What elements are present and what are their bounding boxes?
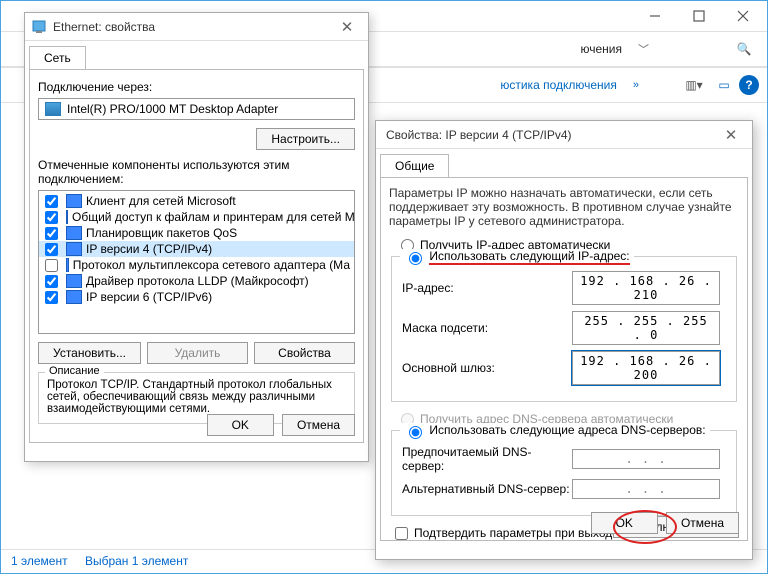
radio-manual-ip[interactable]: Использовать следующий IP-адрес:	[400, 249, 634, 265]
dns2-label: Альтернативный DNS-сервер:	[402, 482, 572, 496]
close-icon[interactable]: ✕	[716, 126, 746, 144]
help-icon[interactable]: ?	[739, 75, 759, 95]
component-row[interactable]: Драйвер протокола LLDP (Майкрософт)	[39, 273, 354, 289]
component-checkbox[interactable]	[45, 291, 58, 304]
radio-input[interactable]	[409, 252, 422, 265]
component-label: Драйвер протокола LLDP (Майкрософт)	[86, 274, 309, 288]
component-label: IP версии 4 (TCP/IPv4)	[86, 242, 212, 256]
info-text: Параметры IP можно назначать автоматичес…	[389, 186, 739, 228]
gateway-input[interactable]: 192 . 168 . 26 . 200	[572, 351, 720, 385]
component-icon	[66, 226, 82, 240]
ipv4-properties-dialog: Свойства: IP версии 4 (TCP/IPv4) ✕ Общие…	[375, 120, 753, 560]
cancel-button[interactable]: Отмена	[666, 512, 739, 534]
component-row[interactable]: IP версии 4 (TCP/IPv4)	[39, 241, 354, 257]
radio-manual-dns[interactable]: Использовать следующие адреса DNS-сервер…	[400, 423, 710, 439]
adapter-combo[interactable]: Intel(R) PRO/1000 MT Desktop Adapter	[38, 98, 355, 120]
ip-input[interactable]: 192 . 168 . 26 . 210	[572, 271, 720, 305]
component-row[interactable]: IP версии 6 (TCP/IPv6)	[39, 289, 354, 305]
tab-network[interactable]: Сеть	[29, 46, 86, 70]
component-icon	[66, 210, 68, 224]
status-selection: Выбран 1 элемент	[85, 554, 188, 568]
component-label: Клиент для сетей Microsoft	[86, 194, 236, 208]
component-checkbox[interactable]	[45, 227, 58, 240]
tab-body: Подключение через: Intel(R) PRO/1000 MT …	[29, 69, 364, 443]
component-checkbox[interactable]	[45, 243, 58, 256]
component-icon	[66, 258, 69, 272]
component-checkbox[interactable]	[45, 195, 58, 208]
component-icon	[66, 290, 82, 304]
dialog-titlebar: Свойства: IP версии 4 (TCP/IPv4) ✕	[376, 121, 752, 149]
components-label: Отмеченные компоненты используются этим …	[38, 158, 355, 186]
dns2-input[interactable]: . . .	[572, 479, 720, 499]
confirm-checkbox[interactable]	[395, 527, 408, 540]
maximize-button[interactable]	[677, 2, 721, 30]
mask-label: Маска подсети:	[402, 321, 572, 335]
description-text: Протокол TCP/IP. Стандартный протокол гл…	[47, 379, 346, 415]
ok-button[interactable]: OK	[207, 414, 274, 436]
radio-input[interactable]	[409, 426, 422, 439]
remove-button: Удалить	[147, 342, 248, 364]
dialog-titlebar: Ethernet: свойства ✕	[25, 13, 368, 41]
tab-general[interactable]: Общие	[380, 154, 449, 178]
configure-button[interactable]: Настроить...	[256, 128, 355, 150]
component-icon	[66, 242, 82, 256]
component-label: Общий доступ к файлам и принтерам для се…	[72, 210, 355, 224]
component-icon	[66, 274, 82, 288]
adapter-name: Intel(R) PRO/1000 MT Desktop Adapter	[67, 102, 278, 116]
components-list[interactable]: Клиент для сетей Microsoft Общий доступ к…	[38, 190, 355, 334]
component-checkbox[interactable]	[45, 211, 58, 224]
preview-pane-icon[interactable]: ▭	[709, 70, 739, 100]
cancel-button[interactable]: Отмена	[282, 414, 355, 436]
dialog-title: Ethernet: свойства	[53, 20, 332, 34]
status-count: 1 элемент	[11, 554, 68, 568]
nic-icon	[45, 102, 61, 116]
component-row[interactable]: Общий доступ к файлам и принтерам для се…	[39, 209, 354, 225]
component-row[interactable]: Планировщик пакетов QoS	[39, 225, 354, 241]
dns1-input[interactable]: . . .	[572, 449, 720, 469]
component-row[interactable]: Клиент для сетей Microsoft	[39, 193, 354, 209]
component-label: IP версии 6 (TCP/IPv6)	[86, 290, 212, 304]
gateway-label: Основной шлюз:	[402, 361, 572, 375]
close-button[interactable]	[721, 2, 765, 30]
dns-group: Использовать следующие адреса DNS-сервер…	[391, 430, 737, 516]
dns1-label: Предпочитаемый DNS-сервер:	[402, 445, 572, 473]
close-icon[interactable]: ✕	[332, 18, 362, 36]
tab-body: Параметры IP можно назначать автоматичес…	[380, 177, 748, 541]
view-options-icon[interactable]: ▥▾	[679, 70, 709, 100]
radio-label: Использовать следующие адреса DNS-сервер…	[429, 423, 705, 437]
install-button[interactable]: Установить...	[38, 342, 141, 364]
mask-input[interactable]: 255 . 255 . 255 . 0	[572, 311, 720, 345]
component-checkbox[interactable]	[45, 275, 58, 288]
search-icon[interactable]: 🔍	[729, 34, 759, 64]
chevron-down-icon[interactable]: ﹀	[638, 41, 649, 57]
tabstrip: Сеть	[25, 41, 368, 69]
properties-button[interactable]: Свойства	[254, 342, 355, 364]
ip-group: Использовать следующий IP-адрес: IP-адре…	[391, 256, 737, 402]
ethernet-properties-dialog: Ethernet: свойства ✕ Сеть Подключение че…	[24, 12, 369, 462]
component-label: Протокол мультиплексора сетевого адаптер…	[73, 258, 350, 272]
toolbar-text: ючения	[581, 42, 623, 56]
component-row[interactable]: Протокол мультиплексора сетевого адаптер…	[39, 257, 354, 273]
minimize-button[interactable]	[633, 2, 677, 30]
dialog-title: Свойства: IP версии 4 (TCP/IPv4)	[382, 128, 716, 142]
component-label: Планировщик пакетов QoS	[86, 226, 237, 240]
radio-label: Использовать следующий IP-адрес:	[429, 249, 629, 265]
confirm-label: Подтвердить параметры при выходе	[414, 526, 619, 540]
ok-button[interactable]: OK	[591, 512, 658, 534]
connect-via-label: Подключение через:	[38, 80, 355, 94]
component-icon	[66, 194, 82, 208]
component-checkbox[interactable]	[45, 259, 58, 272]
tabstrip: Общие	[376, 149, 752, 177]
chevron-right-icon[interactable]: »	[633, 79, 639, 91]
ip-label: IP-адрес:	[402, 281, 572, 295]
ethernet-icon	[31, 19, 47, 35]
diagnostics-link[interactable]: юстика подключения	[500, 78, 617, 92]
description-legend: Описание	[45, 365, 104, 377]
